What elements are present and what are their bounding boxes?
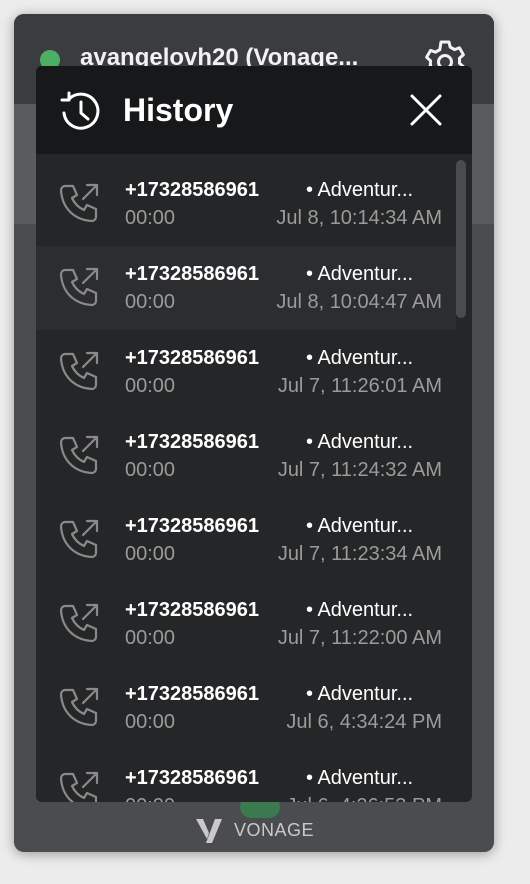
outgoing-call-icon bbox=[56, 432, 102, 478]
call-number: +17328586961 bbox=[125, 347, 260, 369]
call-row[interactable]: +17328586961 • Adventur... 00:00 Jul 6, 4:2… bbox=[36, 750, 456, 802]
history-title: History bbox=[123, 92, 234, 128]
call-duration: 00:00 bbox=[125, 291, 176, 313]
call-row[interactable]: +17328586961 • Adventur... 00:00 Jul 8, 10:… bbox=[36, 162, 456, 246]
call-contact: • Adventur... bbox=[306, 767, 414, 789]
call-number: +17328586961 bbox=[125, 683, 260, 705]
call-contact: • Adventur... bbox=[306, 683, 414, 705]
call-row[interactable]: +17328586961 • Adventur... 00:00 Jul 7, 11:… bbox=[36, 582, 456, 666]
brand-name: VONAGE bbox=[233, 819, 315, 840]
outgoing-call-icon bbox=[56, 684, 102, 730]
outgoing-call-icon bbox=[56, 516, 102, 562]
call-contact: • Adventur... bbox=[306, 179, 414, 201]
vonage-logo-icon bbox=[195, 819, 222, 843]
call-timestamp: Jul 7, 11:23:34 AM bbox=[277, 543, 442, 565]
history-header: History bbox=[36, 66, 472, 154]
call-row[interactable]: +17328586961 • Adventur... 00:00 Jul 8, 10:… bbox=[36, 246, 456, 330]
call-row[interactable]: +17328586961 • Adventur... 00:00 Jul 6, 4:3… bbox=[36, 666, 456, 750]
history-panel: History +17328586961 • Adventur... 00:00 Ju… bbox=[36, 66, 472, 802]
call-duration: 00:00 bbox=[125, 375, 176, 397]
call-timestamp: Jul 6, 4:26:53 PM bbox=[286, 795, 442, 802]
call-contact: • Adventur... bbox=[306, 431, 414, 453]
call-duration: 00:00 bbox=[125, 627, 176, 649]
history-list[interactable]: +17328586961 • Adventur... 00:00 Jul 8, 10:… bbox=[36, 162, 456, 802]
outgoing-call-icon bbox=[56, 348, 102, 394]
call-row[interactable]: +17328586961 • Adventur... 00:00 Jul 7, 11:… bbox=[36, 330, 456, 414]
call-number: +17328586961 bbox=[125, 179, 260, 201]
call-row[interactable]: +17328586961 • Adventur... 00:00 Jul 7, 11:… bbox=[36, 498, 456, 582]
call-timestamp: Jul 7, 11:26:01 AM bbox=[277, 375, 442, 397]
call-contact: • Adventur... bbox=[306, 599, 414, 621]
call-number: +17328586961 bbox=[125, 431, 260, 453]
scrollbar-thumb[interactable] bbox=[456, 160, 466, 318]
call-number: +17328586961 bbox=[125, 515, 260, 537]
call-duration: 00:00 bbox=[125, 207, 176, 229]
outgoing-call-icon bbox=[56, 768, 102, 802]
call-timestamp: Jul 7, 11:22:00 AM bbox=[277, 627, 442, 649]
call-timestamp: Jul 8, 10:04:47 AM bbox=[276, 291, 442, 313]
outgoing-call-icon bbox=[56, 600, 102, 646]
close-button[interactable] bbox=[400, 84, 452, 136]
call-duration: 00:00 bbox=[125, 459, 176, 481]
call-contact: • Adventur... bbox=[306, 515, 414, 537]
call-timestamp: Jul 8, 10:14:34 AM bbox=[276, 207, 442, 229]
call-duration: 00:00 bbox=[125, 711, 176, 733]
outgoing-call-icon bbox=[56, 180, 102, 226]
history-icon bbox=[60, 91, 100, 130]
call-number: +17328586961 bbox=[125, 263, 260, 285]
call-number: +17328586961 bbox=[125, 599, 260, 621]
call-number: +17328586961 bbox=[125, 767, 260, 789]
call-duration: 00:00 bbox=[125, 543, 176, 565]
call-row[interactable]: +17328586961 • Adventur... 00:00 Jul 7, 11:… bbox=[36, 414, 456, 498]
call-duration: 00:00 bbox=[125, 795, 175, 802]
call-timestamp: Jul 6, 4:34:24 PM bbox=[286, 711, 442, 733]
call-contact: • Adventur... bbox=[306, 347, 414, 369]
close-icon bbox=[410, 94, 442, 126]
call-contact: • Adventur... bbox=[306, 263, 414, 285]
call-timestamp: Jul 7, 11:24:32 AM bbox=[277, 459, 442, 481]
outgoing-call-icon bbox=[56, 264, 102, 310]
brand-footer: VONAGE bbox=[14, 812, 494, 848]
